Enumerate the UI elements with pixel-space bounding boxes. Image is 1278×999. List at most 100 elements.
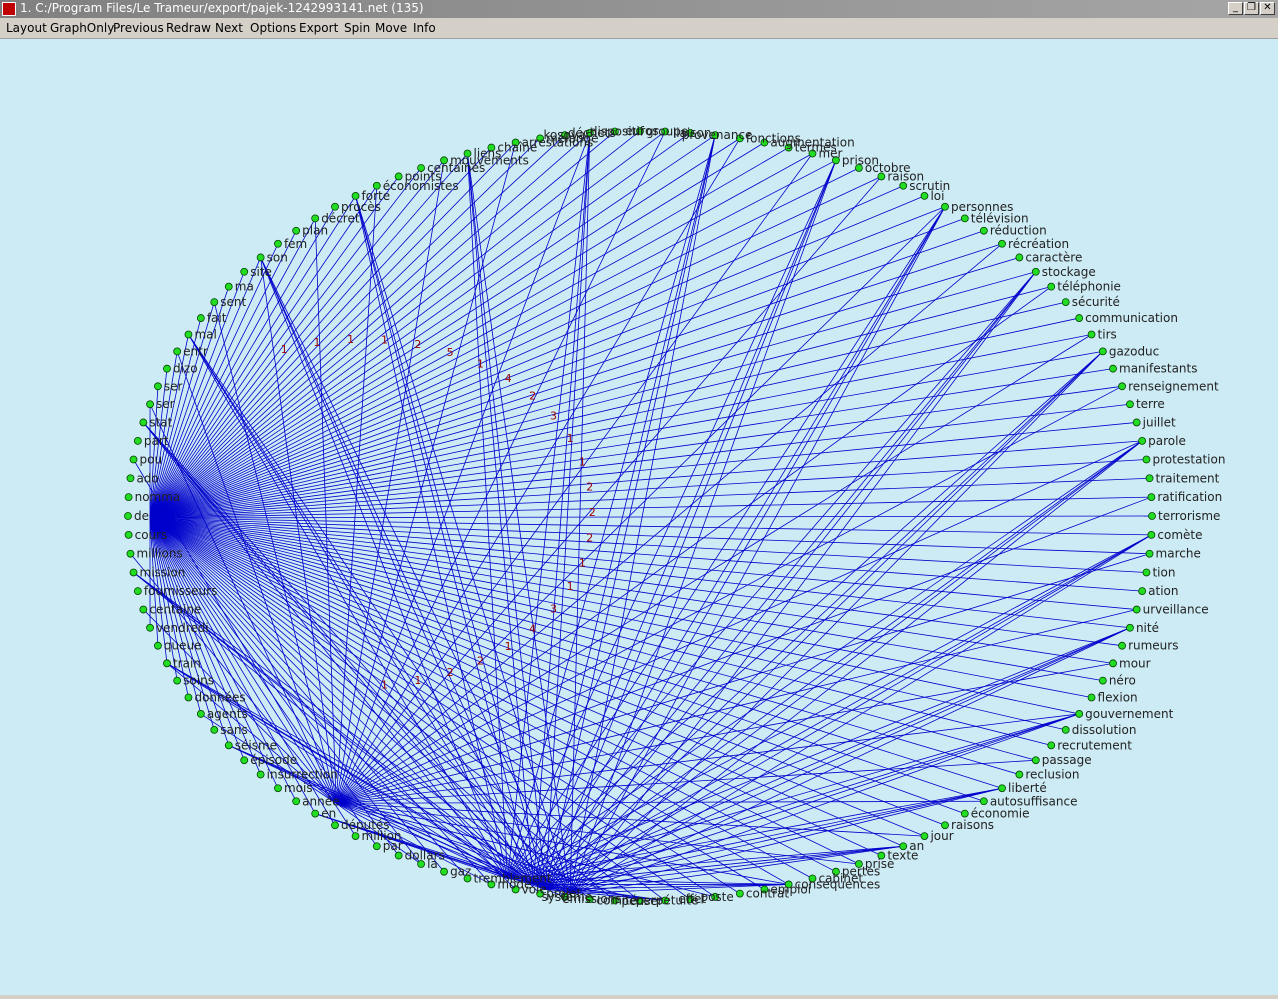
graph-node[interactable] bbox=[173, 347, 182, 356]
graph-node[interactable] bbox=[240, 756, 249, 765]
graph-node[interactable] bbox=[1047, 282, 1056, 291]
graph-node[interactable] bbox=[124, 493, 133, 502]
graph-node[interactable] bbox=[196, 710, 205, 718]
menu-export[interactable]: Export bbox=[299, 21, 338, 35]
graph-node[interactable] bbox=[941, 202, 949, 211]
graph-node[interactable] bbox=[1015, 770, 1024, 779]
graph-node[interactable] bbox=[351, 832, 360, 841]
graph-node[interactable] bbox=[129, 568, 138, 577]
graph-node[interactable] bbox=[960, 214, 969, 223]
menu-next[interactable]: Next bbox=[215, 21, 243, 35]
graph-node[interactable] bbox=[163, 364, 171, 373]
graph-node[interactable] bbox=[133, 436, 142, 445]
graph-node[interactable] bbox=[146, 400, 154, 409]
graph-node[interactable] bbox=[210, 725, 219, 734]
graph-node[interactable] bbox=[1075, 710, 1084, 718]
graph-node[interactable] bbox=[1015, 253, 1024, 262]
graph-node[interactable] bbox=[240, 267, 249, 276]
graph-node[interactable] bbox=[1142, 568, 1151, 577]
graph-node[interactable] bbox=[1147, 493, 1156, 502]
graph-node[interactable] bbox=[146, 623, 154, 632]
graph-node[interactable] bbox=[1142, 455, 1151, 464]
graph-node[interactable] bbox=[1145, 474, 1154, 483]
graph-node[interactable] bbox=[960, 809, 969, 818]
graph-node[interactable] bbox=[139, 418, 148, 427]
graph-node[interactable] bbox=[941, 821, 949, 830]
graph-node[interactable] bbox=[274, 239, 282, 248]
pajek-app-icon[interactable] bbox=[2, 2, 16, 16]
menu-info[interactable]: Info bbox=[413, 21, 436, 35]
graph-node[interactable] bbox=[1061, 725, 1070, 734]
graph-node[interactable] bbox=[979, 797, 988, 806]
graph-node[interactable] bbox=[311, 214, 320, 223]
graph-node[interactable] bbox=[1061, 298, 1070, 307]
graph-node[interactable] bbox=[173, 676, 182, 685]
graph-node[interactable] bbox=[1147, 530, 1156, 539]
graph-node[interactable] bbox=[735, 889, 744, 898]
graph-node[interactable] bbox=[126, 474, 135, 483]
graph-node[interactable] bbox=[163, 659, 171, 668]
graph-node[interactable] bbox=[311, 809, 320, 818]
graph-node[interactable] bbox=[1087, 693, 1096, 702]
graph-node[interactable] bbox=[274, 784, 282, 793]
graph-node[interactable] bbox=[979, 226, 988, 235]
graph-node[interactable] bbox=[1126, 400, 1134, 409]
graph-node[interactable] bbox=[1138, 436, 1147, 445]
menu-previous[interactable]: Previous bbox=[113, 21, 164, 35]
graph-node[interactable] bbox=[292, 797, 301, 806]
graph-node[interactable] bbox=[224, 741, 233, 750]
graph-node[interactable] bbox=[184, 693, 193, 702]
graph-node[interactable] bbox=[920, 191, 929, 200]
menu-graphonly[interactable]: GraphOnly bbox=[50, 21, 114, 35]
graph-node[interactable] bbox=[154, 382, 162, 391]
menu-layout[interactable]: Layout bbox=[6, 21, 47, 35]
graph-node[interactable] bbox=[256, 770, 265, 779]
graph-node[interactable] bbox=[1148, 512, 1156, 520]
graph-node[interactable] bbox=[331, 202, 339, 211]
graph-node[interactable] bbox=[440, 867, 448, 876]
graph-node[interactable] bbox=[256, 253, 265, 262]
graph-node[interactable] bbox=[224, 282, 233, 291]
graph-node[interactable] bbox=[1118, 641, 1126, 650]
graph-node[interactable] bbox=[139, 605, 148, 614]
graph-node[interactable] bbox=[184, 330, 193, 339]
graph-node[interactable] bbox=[998, 784, 1006, 793]
graph-node[interactable] bbox=[1145, 549, 1154, 558]
graph-node[interactable] bbox=[124, 512, 132, 520]
graph-node[interactable] bbox=[292, 226, 301, 235]
graph-node[interactable] bbox=[1075, 314, 1084, 322]
menu-redraw[interactable]: Redraw bbox=[166, 21, 211, 35]
graph-node[interactable] bbox=[1118, 382, 1126, 391]
menu-move[interactable]: Move bbox=[375, 21, 407, 35]
graph-node[interactable] bbox=[1109, 364, 1117, 373]
graph-node[interactable] bbox=[1098, 347, 1107, 356]
graph-node[interactable] bbox=[1138, 587, 1147, 596]
graph-canvas[interactable]: 111125142311222113412211 de nomma ado pou pa… bbox=[0, 39, 1278, 995]
maximize-button[interactable]: ❐ bbox=[1244, 2, 1259, 15]
graph-node[interactable] bbox=[210, 298, 219, 307]
graph-node[interactable] bbox=[998, 239, 1006, 248]
network-graph[interactable]: 11 1 1 25142311222113412211 denommaadopoupa… bbox=[0, 39, 1278, 995]
graph-node[interactable] bbox=[154, 641, 162, 650]
graph-node[interactable] bbox=[129, 455, 138, 464]
graph-node[interactable] bbox=[1109, 659, 1117, 668]
graph-node[interactable] bbox=[372, 842, 381, 851]
graph-node[interactable] bbox=[1132, 418, 1141, 427]
graph-node[interactable] bbox=[133, 587, 142, 596]
graph-node[interactable] bbox=[1087, 330, 1096, 339]
graph-node[interactable] bbox=[124, 530, 133, 539]
minimize-button[interactable]: _ bbox=[1228, 2, 1243, 15]
graph-node[interactable] bbox=[1031, 267, 1040, 276]
graph-node[interactable] bbox=[1132, 605, 1141, 614]
menu-spin[interactable]: Spin bbox=[344, 21, 370, 35]
close-button[interactable]: ✕ bbox=[1260, 2, 1275, 15]
menu-options[interactable]: Options bbox=[250, 21, 296, 35]
graph-node[interactable] bbox=[1126, 623, 1134, 632]
graph-node[interactable] bbox=[1047, 741, 1056, 750]
graph-node[interactable] bbox=[126, 549, 135, 558]
graph-node[interactable] bbox=[196, 314, 205, 322]
graph-node[interactable] bbox=[1098, 676, 1107, 685]
graph-node[interactable] bbox=[351, 191, 360, 200]
graph-node[interactable] bbox=[331, 821, 339, 830]
graph-node[interactable] bbox=[1031, 756, 1040, 765]
